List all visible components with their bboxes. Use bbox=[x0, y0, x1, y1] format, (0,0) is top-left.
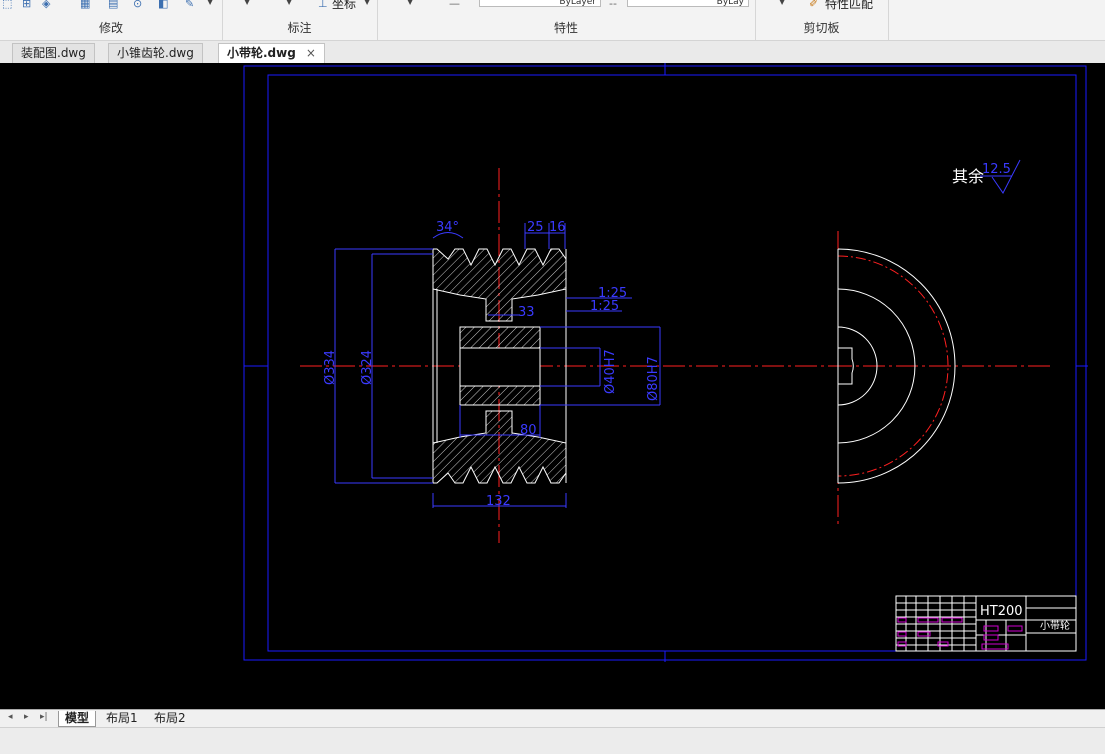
ribbon-group-modify: ⬚ ⊞ ◈ ▦ ▤ ⊙ ◧ ✎ ▼ 修改 bbox=[0, 0, 223, 40]
tab-layout1[interactable]: 布局1 bbox=[100, 711, 144, 726]
tab-small-pulley[interactable]: 小带轮.dwg × bbox=[218, 43, 325, 64]
chevron-down-icon[interactable]: ▼ bbox=[407, 0, 413, 6]
linetype-icon[interactable]: -- bbox=[609, 0, 623, 10]
lineweight-icon[interactable]: — bbox=[449, 0, 463, 10]
dim-od-inner: Ø324 bbox=[360, 350, 375, 385]
ribbon-group-clipboard: ▼ ✐ 特性匹配 剪切板 bbox=[755, 0, 889, 40]
scale-icon[interactable]: ⊞ bbox=[22, 0, 36, 10]
dim-taper-2: 1:25 bbox=[590, 299, 619, 314]
dim-width: 132 bbox=[486, 494, 511, 509]
coordinate-button[interactable]: 坐标 bbox=[332, 0, 356, 12]
ribbon-group-label: 标注 bbox=[287, 21, 312, 35]
ribbon-group-label: 剪切板 bbox=[803, 21, 840, 35]
chevron-down-icon[interactable]: ▼ bbox=[207, 0, 213, 6]
dim-groove-pitch: 25 bbox=[527, 220, 544, 235]
chevron-down-icon[interactable]: ▼ bbox=[286, 0, 292, 6]
tab-label: 小锥齿轮.dwg bbox=[117, 46, 194, 60]
layout-next-button[interactable]: ▸ bbox=[24, 712, 29, 722]
pulley-section-view: 34° 25 16 Ø334 Ø324 1:25 1:25 33 Ø40H7 Ø… bbox=[300, 168, 830, 543]
explode-icon[interactable]: ◈ bbox=[42, 0, 56, 10]
coordinate-icon[interactable]: ⊥ bbox=[318, 0, 332, 10]
layout-last-button[interactable]: ▸| bbox=[40, 712, 48, 722]
tab-label: 装配图.dwg bbox=[21, 46, 86, 60]
stretch-icon[interactable]: ⬚ bbox=[2, 0, 16, 10]
title-part-name: 小带轮 bbox=[1040, 619, 1070, 632]
ribbon-group-properties: ▼ — ByLayer -- ByLay 特性 bbox=[377, 0, 756, 40]
tab-assembly[interactable]: 装配图.dwg bbox=[12, 43, 95, 63]
layout-tab-bar: ◂ ▸ ▸| 模型 布局1 布局2 bbox=[0, 709, 1105, 728]
chevron-down-icon[interactable]: ▼ bbox=[779, 0, 785, 6]
dim-bore: Ø40H7 bbox=[603, 349, 618, 394]
status-bar bbox=[0, 727, 1105, 754]
layout-prev-button[interactable]: ◂ bbox=[8, 712, 13, 722]
ribbon: ⬚ ⊞ ◈ ▦ ▤ ⊙ ◧ ✎ ▼ 修改 ▼ ▼ ⊥ 坐标 ▼ 标注 ▼ — B… bbox=[0, 0, 1105, 41]
ribbon-group-label: 修改 bbox=[98, 21, 123, 35]
title-block: HT200 小带轮 bbox=[895, 595, 1077, 652]
match-properties-icon[interactable]: ✐ bbox=[809, 0, 823, 10]
ribbon-group-annotate: ▼ ▼ ⊥ 坐标 ▼ 标注 bbox=[222, 0, 378, 40]
drawing-canvas[interactable]: 其余 12.5 34° 25 16 Ø334 Ø324 1:25 1:25 33… bbox=[0, 63, 1105, 709]
match-properties-button[interactable]: 特性匹配 bbox=[825, 0, 873, 12]
tab-layout2[interactable]: 布局2 bbox=[148, 711, 192, 726]
chevron-down-icon[interactable]: ▼ bbox=[244, 0, 250, 6]
drawing-svg: 其余 12.5 34° 25 16 Ø334 Ø324 1:25 1:25 33… bbox=[243, 63, 1088, 662]
pulley-half-view bbox=[830, 231, 1050, 528]
dim-groove-width: 16 bbox=[549, 220, 566, 235]
chevron-down-icon[interactable]: ▼ bbox=[364, 0, 370, 6]
close-icon[interactable]: × bbox=[306, 46, 316, 60]
dim-od-outer: Ø334 bbox=[323, 350, 338, 385]
array-icon[interactable]: ▦ bbox=[80, 0, 94, 10]
dim-hub-od: Ø80H7 bbox=[646, 356, 661, 401]
title-material: HT200 bbox=[980, 604, 1023, 619]
dim-hub-length: 80 bbox=[520, 423, 537, 438]
dim-angle: 34° bbox=[436, 220, 459, 235]
edit-icon[interactable]: ✎ bbox=[185, 0, 199, 10]
roughness-note: 其余 bbox=[952, 167, 984, 186]
tab-model[interactable]: 模型 bbox=[58, 711, 97, 727]
tab-label: 小带轮.dwg bbox=[227, 46, 296, 60]
document-tab-bar: 装配图.dwg 小锥齿轮.dwg 小带轮.dwg × bbox=[0, 41, 1105, 64]
copy-icon[interactable]: ▤ bbox=[108, 0, 122, 10]
tab-bevel-gear[interactable]: 小锥齿轮.dwg bbox=[108, 43, 203, 63]
mirror-icon[interactable]: ◧ bbox=[158, 0, 172, 10]
roughness-value: 12.5 bbox=[982, 162, 1011, 177]
dim-hub: 33 bbox=[518, 305, 535, 320]
ribbon-group-label: 特性 bbox=[553, 21, 578, 35]
rotate-icon[interactable]: ⊙ bbox=[133, 0, 147, 10]
linetype-select[interactable]: ByLay bbox=[627, 0, 749, 7]
layer-select[interactable]: ByLayer bbox=[479, 0, 601, 7]
